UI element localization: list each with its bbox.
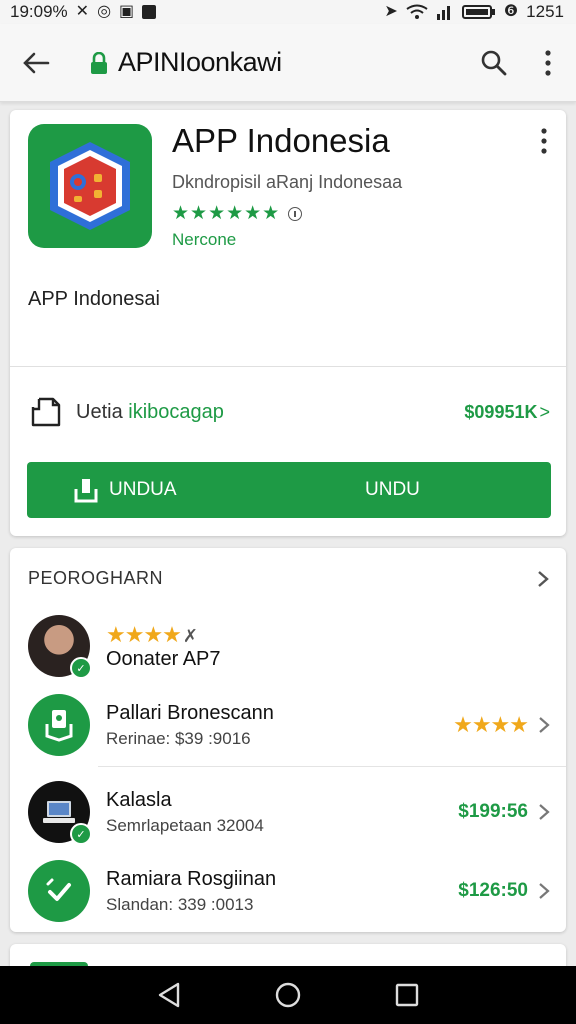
permission-label-plain: Uetia <box>76 400 129 423</box>
download-label-left: UNDUA <box>109 479 177 500</box>
app-description: APP Indonesai <box>28 288 160 310</box>
app-name: APP Indonesia <box>172 122 390 159</box>
rating-stars: ★★★★ <box>453 712 529 737</box>
more-vertical-icon <box>545 49 551 76</box>
avatar: ✓ <box>28 615 92 679</box>
list-item-price: $199:56 <box>458 801 528 822</box>
nav-back-button[interactable] <box>149 975 189 1015</box>
app-developer[interactable]: Dkndropisil aRanj Indonesaa <box>172 172 402 193</box>
list-item-right: ★★★★ <box>453 712 550 738</box>
rating-stars: ★★★★★★ <box>172 203 281 224</box>
permission-label-green: ikibocagap <box>128 400 224 423</box>
list-item-title: Kalasla <box>106 788 172 811</box>
lock-icon <box>90 51 110 75</box>
avatar <box>28 860 90 922</box>
list-item-text: Kalasla Semrlapetaan 32004 <box>106 789 264 836</box>
search-button[interactable] <box>474 43 514 83</box>
divider <box>10 366 566 367</box>
list-item-title: Pallari Bronescann <box>106 701 274 724</box>
app-rating: ★★★★★★ <box>172 202 303 225</box>
list-item-text: Pallari Bronescann Rerinae: $39 :9016 <box>106 702 274 749</box>
list-item-text: Ramiara Rosgiinan Slandan: 339 :0013 <box>106 868 276 915</box>
avatar <box>28 694 90 756</box>
back-button[interactable] <box>16 43 56 83</box>
app-detail-card: APP Indonesia Dkndropisil aRanj Indonesa… <box>10 110 566 536</box>
nav-home-button[interactable] <box>268 975 308 1015</box>
status-time: 19:09% <box>10 2 68 21</box>
url-title: APINIoonkawi <box>118 47 282 77</box>
wifi-icon <box>406 4 428 19</box>
chevron-right-icon <box>539 717 550 733</box>
section-title: PEOROGHARN <box>28 568 164 588</box>
avatar: ✓ <box>28 781 92 845</box>
list-item[interactable]: Pallari Bronescann Rerinae: $39 :9016 ★★… <box>28 694 550 756</box>
app-shield-icon <box>45 710 73 742</box>
list-item[interactable]: ✓ ★★★★ ✗ Oonater AP7 <box>28 614 550 679</box>
download-icon <box>73 477 99 503</box>
shopping-bag-icon: ▣ <box>119 3 135 20</box>
status-left: 19:09% ✕ ◎ ▣ <box>10 2 157 22</box>
list-item-title: Ramiara Rosgiinan <box>106 867 277 890</box>
more-vertical-icon <box>541 128 547 154</box>
list-item[interactable]: Ramiara Rosgiinan Slandan: 339 :0013 $12… <box>28 860 550 922</box>
section-header[interactable]: PEOROGHARN <box>28 568 550 589</box>
notification-icon <box>142 5 157 19</box>
list-item-title: Oonater AP7 <box>106 647 221 670</box>
chevron-right-icon <box>539 804 550 820</box>
close-icon: ✗ <box>182 625 198 646</box>
list-item-rating: ★★★★ ✗ <box>106 622 221 648</box>
list-item-right: $199:56 <box>458 801 550 823</box>
circle-home-icon <box>275 982 301 1008</box>
arrow-left-icon <box>23 52 50 73</box>
download-label-right: UNDU <box>365 479 420 500</box>
signal-icon <box>436 6 450 20</box>
check-icon <box>46 878 71 901</box>
status-right: ➤ ❻ 1251 <box>384 2 564 22</box>
list-item-text: ★★★★ ✗ Oonater AP7 <box>106 622 221 671</box>
card-menu-button[interactable] <box>536 126 552 156</box>
location-icon: ➤ <box>384 3 398 20</box>
search-icon <box>481 50 507 75</box>
rating-stars: ★★★★ <box>106 621 182 647</box>
list-item-right: $126:50 <box>458 880 550 902</box>
app-icon[interactable] <box>28 124 152 248</box>
app-category[interactable]: Nercone <box>172 230 236 250</box>
list-item-price: $126:50 <box>458 880 528 901</box>
document-icon <box>28 394 64 430</box>
permission-value: $09951K <box>464 401 538 422</box>
list-item[interactable]: ✓ Kalasla Semrlapetaan 32004 $199:56 <box>28 780 550 845</box>
app-logo-icon <box>50 142 130 230</box>
status-clock: 1251 <box>526 2 564 21</box>
app-bar: APINIoonkawi <box>0 24 576 102</box>
battery-icon <box>461 5 495 19</box>
verified-badge-icon: ✓ <box>70 823 92 845</box>
related-apps-card: PEOROGHARN ✓ ★★★★ ✗ Oonater AP7 Pallari B… <box>10 548 566 932</box>
overflow-menu-button[interactable] <box>536 43 560 83</box>
divider <box>98 766 566 767</box>
chevron-right-icon <box>539 883 550 899</box>
list-item-subtitle: Rerinae: $39 :9016 <box>106 728 251 748</box>
data-icon: ❻ <box>503 3 519 20</box>
download-button[interactable]: UNDUA UNDU <box>27 462 551 518</box>
permission-row[interactable]: Uetia ikibocagap $09951K > <box>28 392 550 432</box>
laptop-icon <box>43 801 75 823</box>
download-left: UNDUA <box>27 477 177 503</box>
status-bar: 19:09% ✕ ◎ ▣ ➤ ❻ 1251 <box>0 0 576 24</box>
alarm-icon: ◎ <box>97 3 112 20</box>
permission-label: Uetia ikibocagap <box>76 401 224 424</box>
system-nav-bar <box>0 966 576 1024</box>
triangle-back-icon <box>159 982 180 1008</box>
square-recents-icon <box>395 983 418 1007</box>
info-icon[interactable] <box>288 206 303 221</box>
missed-call-icon: ✕ <box>75 3 90 20</box>
chevron-right-icon: > <box>539 401 550 422</box>
verified-badge-icon: ✓ <box>70 657 92 679</box>
nav-recents-button[interactable] <box>387 975 427 1015</box>
chevron-right-icon <box>536 569 550 589</box>
list-item-subtitle: Slandan: 339 :0013 <box>106 894 254 914</box>
list-item-subtitle: Semrlapetaan 32004 <box>106 815 264 835</box>
